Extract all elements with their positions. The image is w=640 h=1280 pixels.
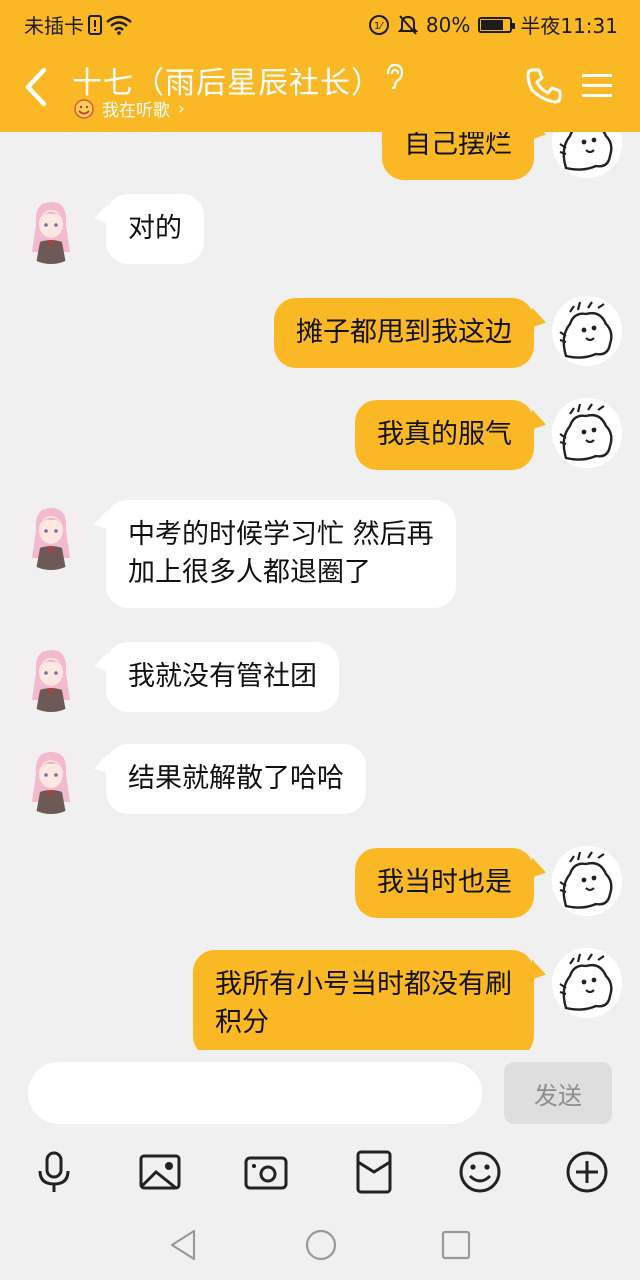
nav-home-icon[interactable] — [304, 1228, 338, 1262]
sent-message-bubble[interactable]: 我所有小号当时都没有刷 积分 — [193, 950, 534, 1050]
status-text: 我在听歌 — [102, 101, 170, 121]
status-line[interactable]: 我在听歌 › — [74, 96, 185, 121]
music-emoji-icon — [74, 98, 94, 119]
sent-message-bubble[interactable]: 自己摆烂 — [382, 132, 534, 180]
chat-header: 未插卡 1⁄ 80% 半夜11:31 十七（雨后星辰社长） 我在听歌 › — [0, 0, 640, 132]
sim-alert-icon — [88, 14, 102, 35]
sent-message-bubble[interactable]: 我真的服气 — [355, 400, 534, 470]
contact-avatar[interactable] — [16, 642, 86, 712]
message-list[interactable]: 自己摆烂对的 摊子都甩到我这边我真的服气中考的时候学习忙 然后再 加上很多人都退圈… — [0, 132, 640, 1050]
carrier-label: 未插卡 — [24, 14, 84, 38]
voice-icon[interactable] — [30, 1148, 78, 1196]
my-avatar[interactable] — [552, 296, 622, 366]
sent-message-bubble[interactable]: 我当时也是 — [355, 848, 534, 918]
contact-avatar[interactable] — [16, 500, 86, 570]
data-saver-icon: 1⁄ — [368, 14, 389, 35]
nav-recents-icon[interactable] — [440, 1228, 472, 1262]
phone-call-icon[interactable] — [524, 66, 564, 106]
svg-text:1⁄: 1⁄ — [374, 21, 384, 32]
clock: 半夜11:31 — [520, 14, 618, 38]
ear-icon — [386, 63, 404, 90]
my-avatar[interactable] — [552, 846, 622, 916]
battery-icon — [478, 16, 516, 33]
received-message-bubble[interactable]: 结果就解散了哈哈 — [106, 744, 366, 814]
chevron-right-icon: › — [178, 98, 185, 119]
battery-fill — [481, 19, 504, 30]
my-avatar[interactable] — [552, 398, 622, 468]
my-avatar[interactable] — [552, 948, 622, 1018]
received-message-bubble[interactable]: 对的 — [106, 194, 204, 264]
image-icon[interactable] — [136, 1148, 184, 1196]
mute-bell-icon — [397, 14, 418, 35]
status-bar: 未插卡 1⁄ 80% 半夜11:31 — [0, 0, 640, 44]
send-button[interactable]: 发送 — [504, 1062, 612, 1124]
battery-percent: 80% — [425, 12, 471, 37]
composer: 发送 — [0, 1050, 640, 1136]
contact-avatar[interactable] — [16, 194, 86, 264]
wifi-icon — [106, 15, 132, 35]
red-packet-icon[interactable] — [350, 1148, 398, 1196]
system-nav-bar — [0, 1210, 640, 1280]
contact-avatar[interactable] — [16, 744, 86, 814]
my-avatar[interactable] — [552, 132, 622, 178]
back-arrow-icon[interactable] — [18, 62, 58, 112]
plus-icon[interactable] — [563, 1148, 611, 1196]
emoji-icon[interactable] — [456, 1148, 504, 1196]
menu-icon[interactable] — [582, 72, 612, 100]
received-message-bubble[interactable]: 我就没有管社团 — [106, 642, 339, 712]
received-message-bubble[interactable]: 中考的时候学习忙 然后再 加上很多人都退圈了 — [106, 500, 456, 608]
sent-message-bubble[interactable]: 摊子都甩到我这边 — [274, 298, 534, 368]
message-input[interactable] — [28, 1062, 482, 1124]
camera-icon[interactable] — [242, 1148, 290, 1196]
composer-toolbar — [0, 1136, 640, 1210]
nav-back-icon[interactable] — [168, 1228, 198, 1262]
